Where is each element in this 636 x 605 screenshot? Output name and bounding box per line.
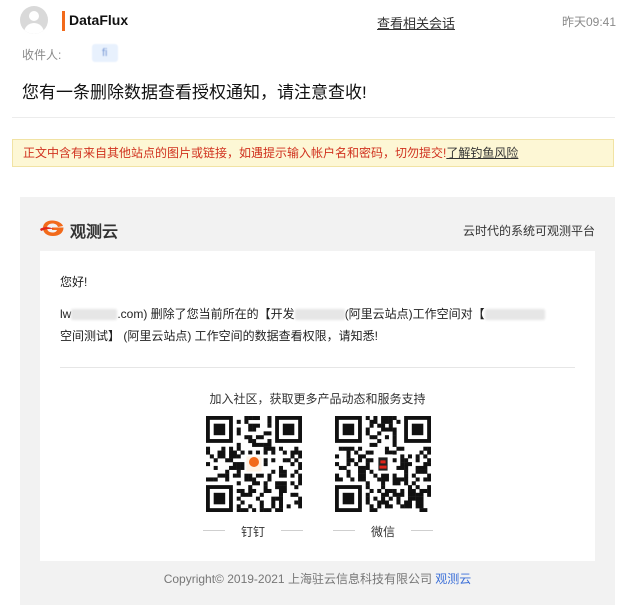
- sender-avatar-icon[interactable]: [20, 6, 48, 34]
- message-panel: 您好! lw .com) 删除了您当前所在的【开发 (阿里云站点)工作空间对【 空间…: [40, 251, 595, 561]
- phishing-risk-link[interactable]: 了解钓鱼风险: [446, 146, 518, 160]
- sender-accent-bar: [62, 11, 65, 31]
- copyright-text: Copyright© 2019-2021 上海驻云信息科技有限公司: [163, 572, 436, 586]
- warning-text: 正文中含有来自其他站点的图片或链接，如遇提示输入帐户名和密码，切勿提交!: [23, 146, 447, 160]
- copyright-footer: Copyright© 2019-2021 上海驻云信息科技有限公司 观测云: [20, 570, 615, 587]
- guance-logo-icon: [40, 220, 64, 236]
- community-invite: 加入社区，获取更多产品动态和服务支持: [209, 392, 426, 406]
- wechat-label: 微信: [370, 525, 395, 539]
- panel-divider: [60, 367, 575, 368]
- header-divider: [12, 117, 615, 118]
- related-conversations-link[interactable]: 查看相关会话: [377, 13, 455, 32]
- dingtalk-label: 钉钉: [240, 525, 265, 539]
- message-part-4: 空间测试】 (阿里云站点) 工作空间的数据查看权限，请知悉!: [60, 329, 378, 343]
- redacted-email: [71, 309, 118, 321]
- message-part-1: lw: [60, 307, 72, 321]
- brand-tagline: 云时代的系统可观测平台: [462, 224, 595, 238]
- wechat-qr-code: [335, 416, 431, 512]
- email-header: DataFlux 查看相关会话 昨天09:41: [0, 0, 636, 44]
- brand-name: 观测云: [70, 224, 119, 241]
- notification-message: lw .com) 删除了您当前所在的【开发 (阿里云站点)工作空间对【 空间测试】 …: [60, 303, 575, 347]
- dingtalk-label-row: 钉钉: [203, 523, 303, 539]
- redacted-target-workspace: [484, 309, 545, 321]
- message-part-3: (阿里云站点)工作空间对【: [344, 307, 485, 321]
- email-subject: 您有一条删除数据查看授权通知，请注意查收!: [22, 83, 367, 102]
- received-time: 昨天09:41: [561, 15, 616, 29]
- recipient-chip[interactable]: fi: [92, 44, 118, 62]
- message-part-2: .com) 删除了您当前所在的【开发: [117, 307, 295, 321]
- email-body-card: 观测云 云时代的系统可观测平台 您好! lw .com) 删除了您当前所在的【开发…: [20, 197, 615, 605]
- sender-name[interactable]: DataFlux: [69, 12, 128, 28]
- greeting: 您好!: [60, 275, 88, 289]
- wechat-label-row: 微信: [333, 523, 433, 539]
- footer-brand-link[interactable]: 观测云: [435, 572, 471, 586]
- recipient-label: 收件人:: [22, 48, 62, 62]
- redacted-workspace: [294, 309, 345, 321]
- dingtalk-qr-code: [206, 416, 302, 512]
- phishing-warning-banner: 正文中含有来自其他站点的图片或链接，如遇提示输入帐户名和密码，切勿提交!了解钓鱼…: [12, 139, 614, 167]
